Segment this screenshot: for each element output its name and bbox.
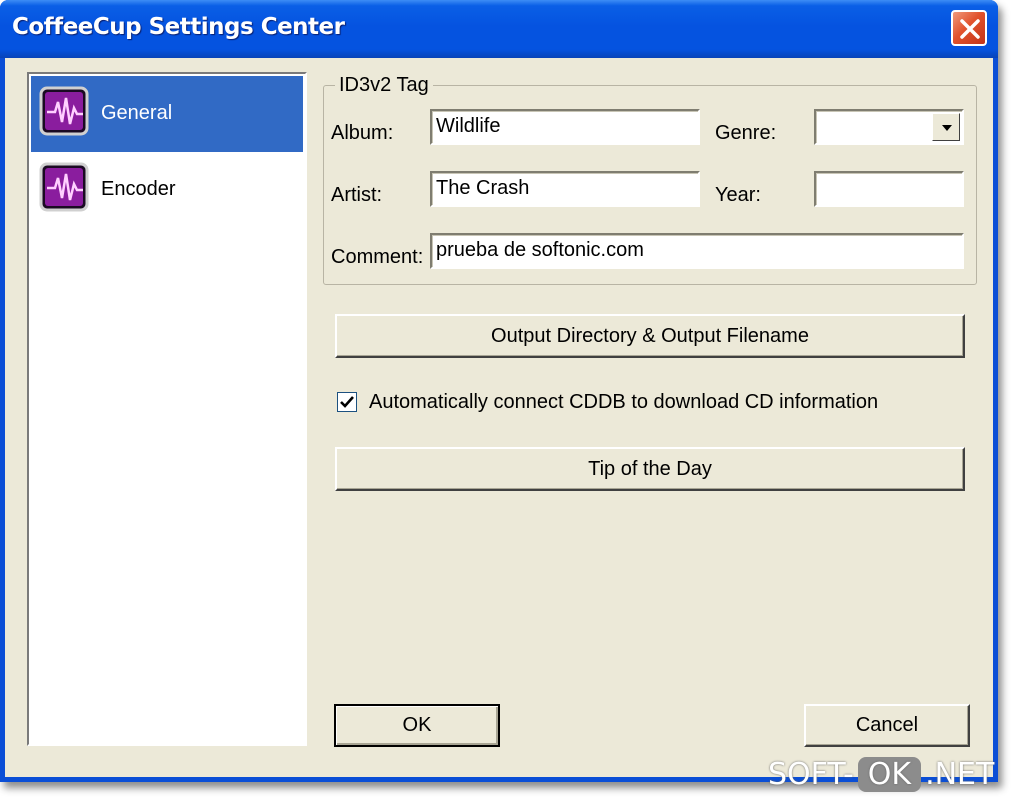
sidebar-item-general[interactable]: General: [31, 76, 303, 152]
year-field[interactable]: [814, 171, 964, 207]
group-title: ID3v2 Tag: [335, 74, 433, 97]
audio-waveform-icon: [39, 162, 89, 212]
watermark-part2: OK: [857, 756, 922, 792]
audio-waveform-icon: [39, 86, 89, 136]
artist-field[interactable]: The Crash: [430, 171, 700, 207]
ok-button[interactable]: OK: [334, 704, 500, 747]
album-field[interactable]: Wildlife: [430, 109, 700, 145]
year-label: Year:: [715, 184, 761, 206]
tip-of-the-day-button[interactable]: Tip of the Day: [335, 447, 965, 491]
sidebar-item-encoder[interactable]: Encoder: [31, 152, 303, 228]
cancel-button[interactable]: Cancel: [804, 704, 970, 747]
sidebar-item-label: Encoder: [101, 178, 176, 200]
artist-label: Artist:: [331, 184, 383, 206]
sidebar-item-label: General: [101, 102, 173, 124]
close-button[interactable]: [951, 10, 987, 46]
title-bar[interactable]: CoffeeCup Settings Center: [0, 0, 998, 58]
dialog-body: General Encoder ID3v2 Tag Album: Wildlif…: [5, 58, 993, 777]
genre-dropdown[interactable]: [814, 109, 964, 145]
watermark: SOFT- OK .NET: [768, 754, 994, 794]
genre-label: Genre:: [715, 122, 777, 144]
settings-window: CoffeeCup Settings Center General Encode…: [0, 0, 998, 782]
chevron-down-icon: [942, 125, 952, 131]
output-directory-button[interactable]: Output Directory & Output Filename: [335, 314, 965, 358]
window-title: CoffeeCup Settings Center: [12, 14, 345, 40]
category-list: General Encoder: [27, 72, 307, 746]
watermark-part1: SOFT-: [768, 756, 854, 792]
comment-label: Comment:: [331, 246, 424, 268]
cddb-label[interactable]: Automatically connect CDDB to download C…: [369, 391, 878, 414]
cddb-checkbox[interactable]: [337, 392, 357, 412]
watermark-part3: .NET: [925, 756, 995, 792]
album-label: Album:: [331, 122, 394, 144]
checkmark-icon: [340, 396, 354, 408]
comment-field[interactable]: prueba de softonic.com: [430, 233, 964, 269]
close-icon: [960, 19, 980, 39]
genre-dropdown-button[interactable]: [932, 113, 960, 141]
